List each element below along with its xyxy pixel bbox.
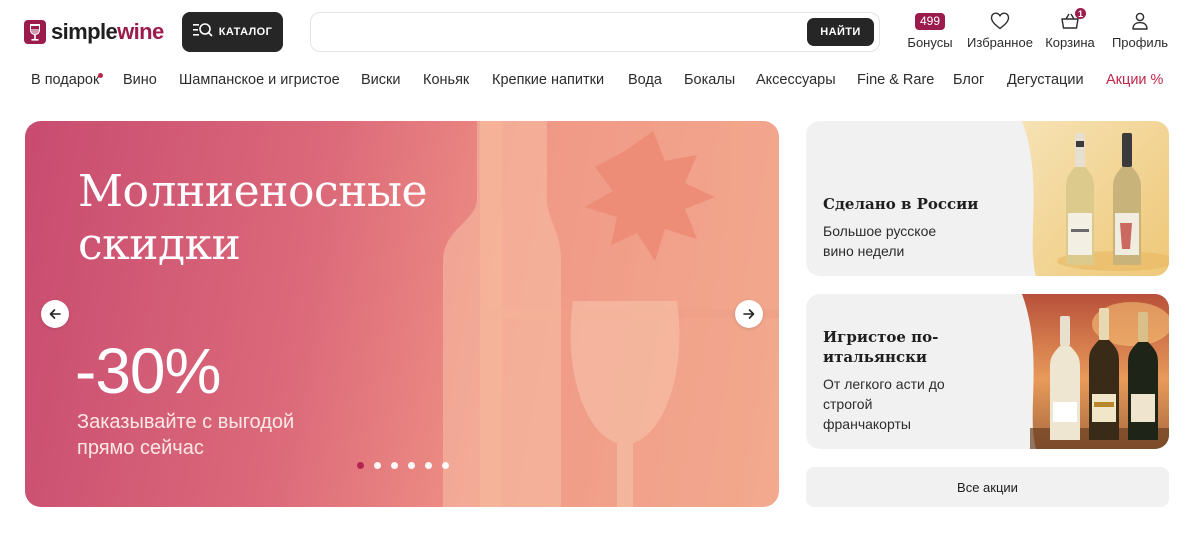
hero-title-line-1: Молниеносные (78, 166, 428, 217)
bonus-link[interactable]: 499 Бонусы (906, 11, 954, 53)
logo-wordmark: simplewine (51, 19, 164, 45)
promo-title: Игристое по- итальянски (823, 327, 945, 367)
nav-item-wine[interactable]: Вино (123, 68, 157, 92)
catalog-button-label: КАТАЛОГ (218, 26, 273, 38)
search-submit-button[interactable]: НАЙТИ (807, 18, 874, 46)
favorites-link[interactable]: Избранное (966, 11, 1034, 53)
nav-item-gifts[interactable]: В подарок (31, 68, 104, 92)
search-input[interactable] (325, 22, 795, 44)
carousel-dot-3[interactable] (391, 462, 398, 469)
promo-description-line-2: строгой (823, 396, 873, 412)
new-indicator-dot (98, 73, 104, 78)
carousel-next-button[interactable] (735, 300, 763, 328)
search-bar: НАЙТИ (310, 12, 880, 52)
catalog-button[interactable]: КАТАЛОГ (182, 12, 283, 52)
user-icon (1131, 11, 1149, 31)
nav-item-cognac[interactable]: Коньяк (423, 68, 469, 92)
nav-item-spirits[interactable]: Крепкие напитки (492, 68, 604, 92)
hero-subtitle-line-2: прямо сейчас (77, 437, 204, 459)
wine-glass-logo-icon (24, 20, 46, 44)
carousel-dot-4[interactable] (408, 462, 415, 469)
heart-icon (990, 11, 1010, 31)
promo-title: Сделано в России (823, 195, 979, 213)
carousel-dot-5[interactable] (425, 462, 432, 469)
logo-wordmark-simple: simple (51, 19, 118, 44)
nav-item-water[interactable]: Вода (628, 68, 662, 92)
promo-title-line-1: Игристое по- (823, 328, 939, 346)
russian-wine-bottles-image (1022, 121, 1169, 276)
promo-description: Большое русское вино недели (823, 221, 978, 261)
nav-item-accessories[interactable]: Аксессуары (756, 68, 836, 92)
nav-item-glasses[interactable]: Бокалы (684, 68, 735, 92)
nav-item-label: В подарок (31, 72, 100, 88)
hero-title-line-2: скидки (78, 219, 241, 270)
favorites-label: Избранное (967, 35, 1033, 50)
promo-description: От легкого асти до строгой франчакорты (823, 374, 945, 434)
carousel-dot-2[interactable] (374, 462, 381, 469)
promo-description-line-3: франчакорты (823, 416, 911, 432)
carousel-prev-button[interactable] (41, 300, 69, 328)
profile-label: Профиль (1111, 35, 1169, 50)
carousel-dot-6[interactable] (442, 462, 449, 469)
simplewine-logo[interactable]: simplewine (24, 19, 164, 45)
promo-description-line-2: вино недели (823, 243, 905, 259)
arrow-right-icon (743, 309, 755, 319)
hero-banner[interactable]: Молниеносные скидки -30% Заказывайте с в… (25, 121, 779, 507)
hero-discount: -30% (75, 335, 221, 407)
arrow-left-icon (49, 309, 61, 319)
nav-item-sparkling[interactable]: Шампанское и игристое (179, 68, 340, 92)
sparkling-wine-bottles-image (1022, 294, 1169, 449)
nav-item-sales[interactable]: Акции % (1106, 68, 1163, 92)
promo-title-line-2: итальянски (823, 348, 928, 366)
carousel-dot-1[interactable] (357, 462, 364, 469)
logo-wordmark-wine: wine (117, 19, 164, 44)
nav-item-tastings[interactable]: Дегустации (1007, 68, 1084, 92)
category-nav: В подарок Вино Шампанское и игристое Вис… (0, 68, 1200, 94)
site-header: simplewine КАТАЛОГ НАЙТИ 499 Бонусы Избр… (0, 0, 1200, 64)
cart-count-badge: 1 (1075, 8, 1086, 19)
carousel-pagination (357, 462, 449, 469)
search-menu-icon (192, 22, 213, 43)
cart-label: Корзина (1045, 35, 1095, 50)
promo-description-line-1: Большое русское (823, 223, 937, 239)
promo-description-line-1: От легкого асти до (823, 376, 945, 392)
hero-title: Молниеносные скидки (78, 165, 428, 271)
basket-icon: 1 (1060, 8, 1086, 31)
bonus-count-badge: 499 (914, 12, 946, 30)
hero-subtitle: Заказывайте с выгодой прямо сейчас (77, 409, 294, 461)
nav-item-fine-rare[interactable]: Fine & Rare (857, 68, 934, 92)
nav-item-whisky[interactable]: Виски (361, 68, 400, 92)
promo-card-made-in-russia[interactable]: Сделано в России Большое русское вино не… (806, 121, 1169, 276)
nav-item-blog[interactable]: Блог (953, 68, 984, 92)
bonus-label: Бонусы (907, 35, 953, 50)
promo-card-italian-sparkling[interactable]: Игристое по- итальянски От легкого асти … (806, 294, 1169, 449)
profile-link[interactable]: Профиль (1112, 11, 1168, 53)
all-promos-button[interactable]: Все акции (806, 467, 1169, 507)
hero-subtitle-line-1: Заказывайте с выгодой (77, 411, 295, 433)
cart-link[interactable]: 1 Корзина (1044, 8, 1096, 53)
